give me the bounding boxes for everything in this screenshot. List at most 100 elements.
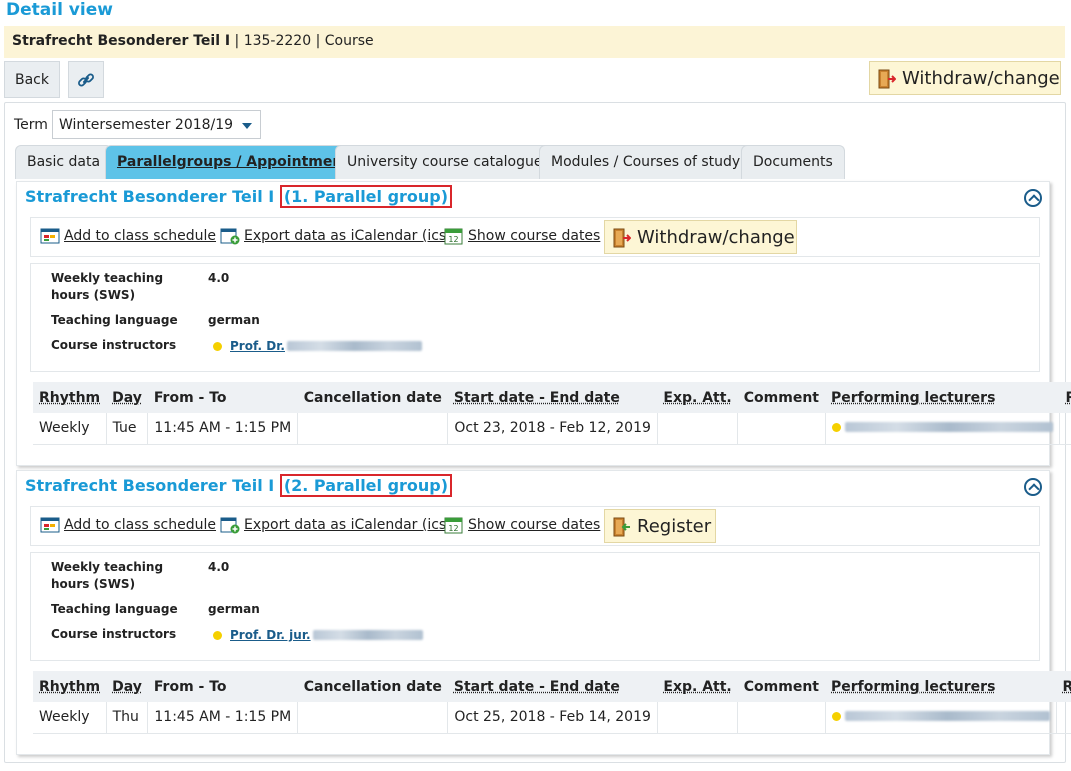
- export-ical-link[interactable]: Export data as iCalendar (ics): [220, 227, 452, 245]
- show-dates-link[interactable]: 12 Show course dates: [444, 516, 600, 534]
- col-from-to: From - To: [148, 382, 298, 413]
- add-to-schedule-link[interactable]: Add to class schedule: [40, 516, 216, 534]
- col-rhythm[interactable]: Rhythm: [33, 671, 106, 702]
- term-select[interactable]: Wintersemester 2018/19: [52, 110, 261, 139]
- instructors-label: Course instructors: [51, 337, 176, 354]
- group-title: Strafrecht Besonderer Teil I (2. Paralle…: [25, 476, 452, 495]
- enter-door-icon: [613, 517, 629, 535]
- svg-text:12: 12: [448, 235, 458, 244]
- instructor-link[interactable]: Prof. Dr. jur.: [213, 628, 423, 642]
- col-day[interactable]: Day: [106, 382, 148, 413]
- exit-door-icon: [613, 228, 629, 246]
- col-lecturers[interactable]: Performing lecturers: [825, 382, 1059, 413]
- withdraw-change-label: Withdraw/change: [902, 68, 1060, 89]
- group-details: Weekly teaching hours (SWS) 4.0 Teaching…: [30, 552, 1040, 661]
- chevron-down-icon: [242, 123, 252, 129]
- tab-parallelgroups[interactable]: Parallelgroups / Appointments: [105, 145, 369, 179]
- cell-rhythm: Weekly: [33, 702, 106, 733]
- group-actions: Add to class schedule Export data as iCa…: [30, 506, 1040, 546]
- cell-time: 11:45 AM - 1:15 PM: [148, 702, 298, 733]
- tab-course-catalogue[interactable]: University course catalogue: [335, 145, 555, 179]
- group-course-name: Strafrecht Besonderer Teil I: [25, 476, 274, 495]
- status-dot-icon: [832, 712, 841, 721]
- cell-dates: Oct 25, 2018 - Feb 14, 2019: [448, 702, 658, 733]
- col-cancellation: Cancellation date: [298, 671, 448, 702]
- redacted-name: [845, 711, 1050, 721]
- cell-time: 11:45 AM - 1:15 PM: [148, 413, 298, 444]
- link-icon: [77, 71, 95, 89]
- sws-label: Weekly teaching hours (SWS): [51, 270, 191, 304]
- tab-modules[interactable]: Modules / Courses of study: [539, 145, 752, 179]
- exit-door-icon: [878, 69, 894, 87]
- sws-value: 4.0: [208, 271, 229, 285]
- col-start-end[interactable]: Start date - End date: [448, 382, 658, 413]
- withdraw-change-label: Withdraw/change: [637, 227, 795, 248]
- group-course-name: Strafrecht Besonderer Teil I: [25, 187, 274, 206]
- col-start-end[interactable]: Start date - End date: [448, 671, 658, 702]
- cell-rhythm: Weekly: [33, 413, 106, 444]
- schedule-table: Rhythm Day From - To Cancellation date S…: [33, 671, 1071, 734]
- withdraw-change-button[interactable]: Withdraw/change: [869, 61, 1061, 95]
- tab-basic-data[interactable]: Basic data: [15, 145, 112, 179]
- cell-cancellation: [298, 413, 448, 444]
- status-dot-icon: [832, 423, 841, 432]
- permalink-button[interactable]: [68, 61, 104, 98]
- language-value: german: [208, 313, 260, 327]
- register-button[interactable]: Register: [604, 509, 716, 543]
- col-lecturers[interactable]: Performing lecturers: [825, 671, 1056, 702]
- calendar-icon: 12: [444, 227, 464, 245]
- col-exp-att[interactable]: Exp. Att.: [657, 671, 737, 702]
- show-dates-link[interactable]: 12 Show course dates: [444, 227, 600, 245]
- col-comment: Comment: [738, 671, 825, 702]
- register-label: Register: [637, 516, 711, 537]
- collapse-icon[interactable]: [1024, 478, 1042, 496]
- redacted-name: [287, 341, 422, 351]
- show-dates-label: Show course dates: [468, 517, 600, 533]
- instructor-link[interactable]: Prof. Dr.: [213, 339, 422, 353]
- cell-day: Tue: [106, 413, 148, 444]
- language-label: Teaching language: [51, 601, 178, 618]
- col-day[interactable]: Day: [106, 671, 148, 702]
- cell-comment: [738, 413, 825, 444]
- cell-lecturers[interactable]: [825, 413, 1059, 444]
- calendar-export-icon: [220, 227, 240, 245]
- export-ical-link[interactable]: Export data as iCalendar (ics): [220, 516, 452, 534]
- svg-text:12: 12: [448, 524, 458, 533]
- table-row: Weekly Thu 11:45 AM - 1:15 PM Oct 25, 20…: [33, 702, 1071, 733]
- instructor-name: Prof. Dr.: [230, 339, 285, 353]
- collapse-icon[interactable]: [1024, 189, 1042, 207]
- cell-lecturers[interactable]: [825, 702, 1056, 733]
- col-room[interactable]: Room: [1056, 671, 1071, 702]
- page-title: Detail view: [6, 0, 113, 20]
- group-label: (2. Parallel group): [280, 474, 452, 497]
- cell-comment: [738, 702, 825, 733]
- course-name: Strafrecht Besonderer Teil I: [12, 33, 230, 49]
- instructors-label: Course instructors: [51, 626, 176, 643]
- cell-day: Thu: [106, 702, 148, 733]
- course-meta: | 135-2220 | Course: [230, 33, 374, 49]
- cell-exp-att: [657, 413, 737, 444]
- add-to-schedule-link[interactable]: Add to class schedule: [40, 227, 216, 245]
- withdraw-change-button[interactable]: Withdraw/change: [604, 220, 797, 254]
- cell-cancellation: [298, 702, 448, 733]
- calendar-export-icon: [220, 516, 240, 534]
- cell-room: [1056, 702, 1071, 733]
- schedule-table: Rhythm Day From - To Cancellation date S…: [33, 382, 1071, 445]
- back-button[interactable]: Back: [4, 61, 60, 98]
- col-comment: Comment: [738, 382, 825, 413]
- col-from-to: From - To: [148, 671, 298, 702]
- tab-documents[interactable]: Documents: [741, 145, 845, 179]
- group-label: (1. Parallel group): [280, 185, 452, 208]
- calendar-icon: 12: [444, 516, 464, 534]
- export-ical-label: Export data as iCalendar (ics): [244, 228, 452, 244]
- export-ical-label: Export data as iCalendar (ics): [244, 517, 452, 533]
- group-details: Weekly teaching hours (SWS) 4.0 Teaching…: [30, 263, 1040, 372]
- cell-exp-att: [657, 702, 737, 733]
- cell-room: [1059, 413, 1071, 444]
- cell-dates: Oct 23, 2018 - Feb 12, 2019: [448, 413, 658, 444]
- col-exp-att[interactable]: Exp. Att.: [657, 382, 737, 413]
- schedule-icon: [40, 516, 60, 534]
- col-rhythm[interactable]: Rhythm: [33, 382, 106, 413]
- col-room[interactable]: Room: [1059, 382, 1071, 413]
- redacted-name: [313, 630, 423, 640]
